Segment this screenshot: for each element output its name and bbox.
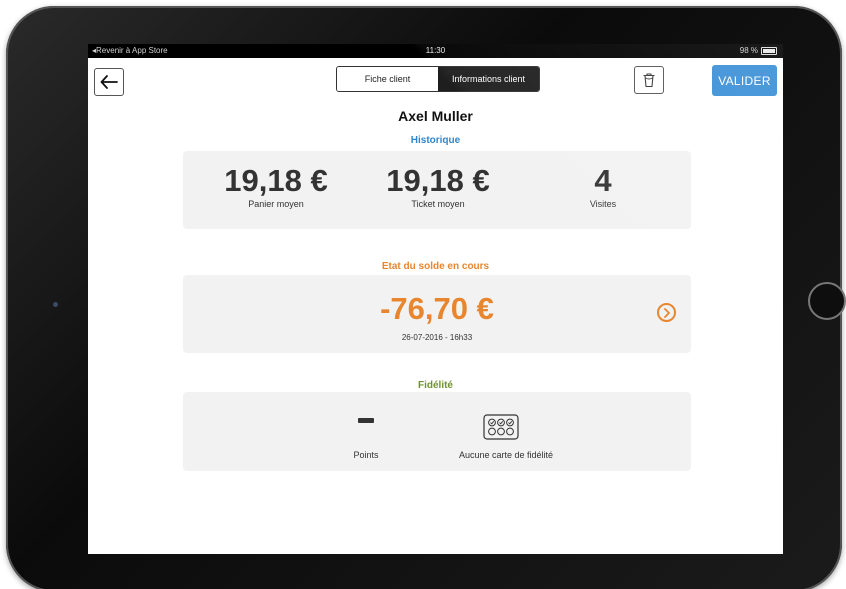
- app-screen: ◂Revenir à App Store 11:30 98 % Fiche cl…: [88, 44, 783, 554]
- historique-card: 19,18 € Panier moyen 19,18 € Ticket moye…: [183, 151, 691, 229]
- points-value-dash: [358, 418, 374, 423]
- stat-value: 19,18 €: [224, 163, 328, 198]
- chevron-right-icon: [663, 307, 670, 318]
- back-button[interactable]: [94, 68, 124, 96]
- battery-percentage: 98 %: [739, 46, 758, 55]
- stat-label: Visites: [589, 199, 617, 209]
- solde-date: 26-07-2016 - 16h33: [401, 333, 473, 342]
- stat-panier-moyen: 19,18 € Panier moyen: [211, 163, 341, 209]
- historique-title: Historique: [410, 135, 461, 146]
- points-label: Points: [353, 450, 379, 460]
- solde-title: Etat du solde en cours: [381, 261, 490, 272]
- fidelite-card: Points Aucune carte de fidélité: [183, 392, 691, 471]
- stat-visites: 4 Visites: [563, 163, 643, 209]
- arrow-left-icon: [100, 75, 118, 89]
- status-time: 11:30: [425, 46, 446, 55]
- battery-icon: [761, 47, 777, 55]
- status-bar: ◂Revenir à App Store 11:30 98 %: [88, 44, 783, 58]
- home-button[interactable]: [808, 282, 846, 320]
- stat-label: Panier moyen: [248, 199, 304, 209]
- stat-value: 4: [594, 163, 612, 198]
- trash-icon: [643, 73, 655, 88]
- loyalty-card-icon: [483, 414, 519, 440]
- tab-informations-client[interactable]: Informations client: [438, 67, 539, 91]
- stat-ticket-moyen: 19,18 € Ticket moyen: [353, 163, 523, 209]
- validate-button[interactable]: VALIDER: [712, 65, 777, 96]
- solde-detail-button[interactable]: [657, 303, 676, 322]
- battery-status: 98 %: [740, 44, 777, 58]
- client-tabs: Fiche client Informations client: [336, 66, 540, 92]
- front-camera: [53, 302, 58, 307]
- solde-card[interactable]: -76,70 € 26-07-2016 - 16h33: [183, 275, 691, 353]
- solde-amount: -76,70 €: [380, 291, 494, 326]
- tab-fiche-client[interactable]: Fiche client: [337, 67, 438, 91]
- delete-button[interactable]: [634, 66, 664, 94]
- client-name: Axel Muller: [398, 108, 473, 124]
- loyalty-card-label: Aucune carte de fidélité: [458, 450, 554, 460]
- stat-value: 19,18 €: [386, 163, 490, 198]
- stat-label: Ticket moyen: [411, 199, 465, 209]
- fidelite-title: Fidélité: [417, 380, 453, 391]
